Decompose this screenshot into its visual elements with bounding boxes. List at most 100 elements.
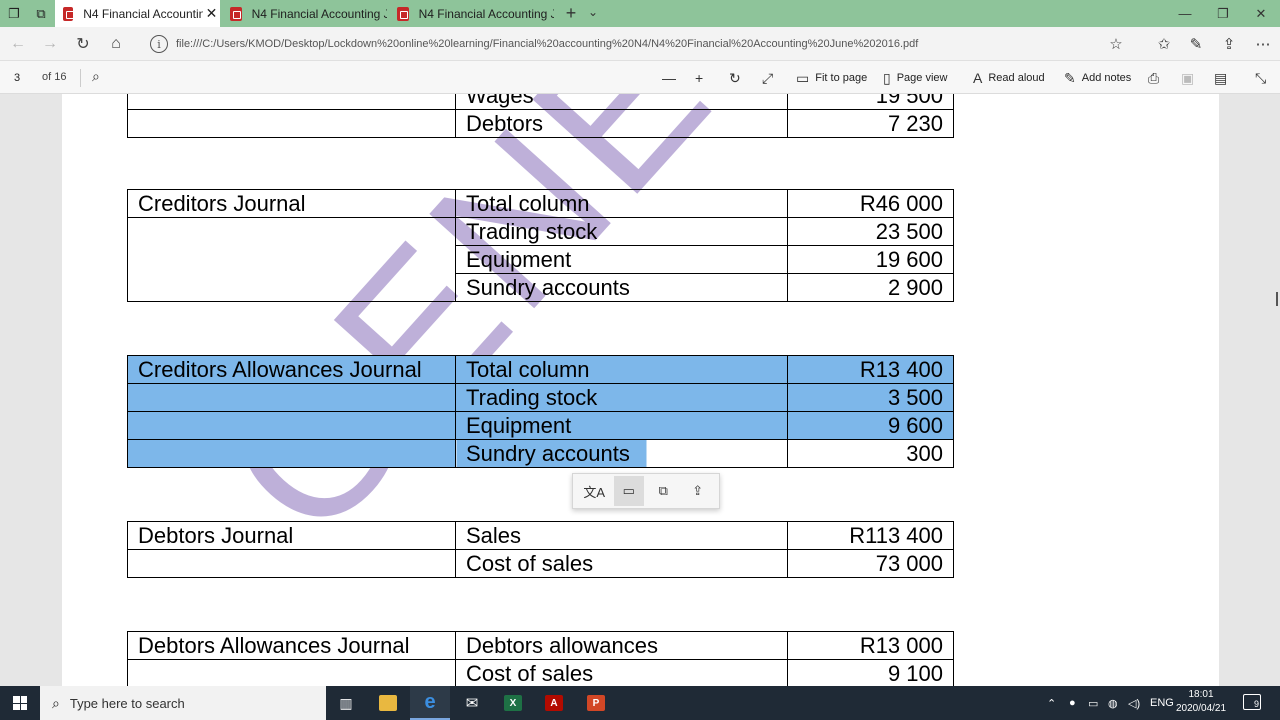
search-icon[interactable]: ⌕ [92, 68, 100, 85]
amount-cell: R46 000 [787, 189, 954, 218]
taskbar: ⌕ Type here to search ▥ e ✉ X A P ⌃ ● ▭ … [0, 686, 1280, 720]
powerpoint-icon[interactable]: P [576, 686, 616, 720]
url-field[interactable]: i file:///C:/Users/KMOD/Desktop/Lockdown… [146, 31, 1136, 57]
add-notes-button[interactable]: ✎ Add notes [1064, 67, 1131, 89]
creditors-allowances-journal-table: Creditors Allowances Journal Total colum… [127, 355, 954, 468]
maximize-icon[interactable]: ❐ [1204, 0, 1242, 27]
minimize-icon[interactable]: — [1166, 0, 1204, 27]
read-aloud-button[interactable]: A Read aloud [973, 67, 1045, 89]
page-view-label: Page view [896, 72, 948, 84]
page-view-icon: ▯ [883, 69, 891, 86]
task-view-icon[interactable]: ▥ [326, 686, 366, 720]
amount-cell: 23 500 [787, 217, 954, 246]
fullscreen-icon[interactable]: ⤢ [762, 67, 779, 89]
set-tabs-aside-icon[interactable]: ⧉ [27, 0, 55, 27]
print-icon[interactable]: ⎙ [1148, 67, 1165, 89]
tab-strip: ❐ ⧉ N4 Financial Accounting ✕ N4 Financi… [0, 0, 1280, 27]
account-cell: Wages [455, 94, 788, 110]
home-icon[interactable]: ⌂ [100, 27, 132, 61]
share-icon[interactable]: ⇪ [1218, 34, 1240, 54]
journal-cell: Debtors Allowances Journal [127, 631, 456, 660]
pen-icon[interactable]: ✎ [1185, 34, 1207, 54]
amount-cell: 2 900 [787, 273, 954, 302]
journal-cell: Creditors Journal [127, 189, 456, 218]
taskbar-search[interactable]: ⌕ Type here to search [40, 686, 326, 720]
tab-pdf-2[interactable]: N4 Financial Accounting Jur [222, 0, 387, 27]
page-number-input[interactable]: 3 [6, 68, 28, 88]
battery-icon[interactable]: ▭ [1088, 686, 1098, 720]
network-icon[interactable]: ◍ [1108, 686, 1118, 720]
account-cell: Trading stock [455, 217, 788, 246]
tab-pdf-3[interactable]: N4 Financial Accounting Jur [389, 0, 554, 27]
windows-icon [13, 696, 27, 710]
favorites-icon[interactable]: ✩ [1153, 34, 1175, 54]
account-cell: Total column [455, 355, 788, 384]
file-explorer-icon[interactable] [368, 686, 408, 720]
clock[interactable]: 18:01 2020/04/21 [1176, 688, 1226, 716]
document-viewport[interactable]: GENEV Wages 19 500 Debtors 7 230 Credito… [0, 94, 1280, 686]
new-tab-icon[interactable]: + [560, 3, 582, 24]
add-comment-icon[interactable]: ▭ [613, 476, 644, 506]
save-icon[interactable]: ▣ [1181, 67, 1200, 89]
amount-cell: 9 100 [787, 659, 954, 686]
mail-icon[interactable]: ✉ [452, 686, 492, 720]
notifications-icon[interactable]: 9 [1243, 694, 1261, 710]
more-icon[interactable]: ⋯ [1252, 34, 1274, 54]
microphone-icon[interactable]: ● [1069, 686, 1076, 720]
excel-icon[interactable]: X [493, 686, 533, 720]
url-text: file:///C:/Users/KMOD/Desktop/Lockdown%2… [176, 38, 919, 50]
translate-icon[interactable]: 文A [579, 476, 609, 506]
close-tab-icon[interactable]: ✕ [203, 5, 220, 22]
start-button[interactable] [0, 686, 40, 720]
amount-cell: 300 [787, 439, 954, 468]
save-as-icon[interactable]: ▤ [1214, 67, 1233, 89]
table-row: Equipment 19 600 [127, 245, 954, 274]
info-icon[interactable]: i [150, 35, 168, 53]
amount-cell: R13 000 [787, 631, 954, 660]
fit-to-page-button[interactable]: ▭ Fit to page [796, 67, 867, 89]
pdf-icon [397, 6, 409, 21]
pdf-icon [63, 6, 75, 21]
scrollbar-thumb[interactable] [1276, 292, 1278, 306]
acrobat-icon[interactable]: A [534, 686, 574, 720]
table-row: Debtors 7 230 [127, 109, 954, 138]
tab-title: N4 Financial Accounting [83, 6, 203, 21]
account-cell: Sundry accounts [455, 273, 788, 302]
table-row: Sundry accounts 2 900 [127, 273, 954, 302]
account-cell: Equipment [455, 245, 788, 274]
table-row: Wages 19 500 [127, 94, 954, 110]
table-row: Cost of sales 73 000 [127, 549, 954, 578]
back-icon[interactable]: ← [2, 27, 34, 61]
close-window-icon[interactable]: ✕ [1242, 0, 1280, 27]
pdf-page: GENEV Wages 19 500 Debtors 7 230 Credito… [62, 94, 1219, 686]
forward-icon[interactable]: → [34, 27, 66, 61]
pin-toolbar-icon[interactable]: ⤡ [1255, 67, 1272, 89]
account-cell: Sundry accounts [455, 439, 788, 468]
zoom-out-icon[interactable]: — [662, 67, 682, 89]
show-hidden-icons[interactable]: ⌃ [1047, 686, 1056, 720]
edge-icon[interactable]: e [410, 686, 450, 720]
rotate-icon[interactable]: ↻ [729, 67, 747, 89]
account-cell: Debtors [455, 109, 788, 138]
amount-cell: R13 400 [787, 355, 954, 384]
search-icon: ⌕ [52, 694, 60, 711]
journal-cell [127, 659, 456, 686]
volume-icon[interactable]: ◁) [1128, 686, 1140, 720]
zoom-in-icon[interactable]: + [695, 67, 709, 89]
pdf-icon [230, 6, 242, 21]
tab-actions-icon[interactable]: ❐ [0, 0, 28, 27]
search-placeholder: Type here to search [69, 695, 185, 711]
language-indicator[interactable]: ENG [1150, 686, 1174, 720]
refresh-icon[interactable]: ↻ [67, 27, 99, 61]
account-cell: Cost of sales [455, 549, 788, 578]
amount-cell: 19 500 [787, 94, 954, 110]
add-notes-label: Add notes [1081, 72, 1132, 84]
tab-pdf-1[interactable]: N4 Financial Accounting ✕ [55, 0, 220, 27]
favorite-star-icon[interactable]: ☆ [1105, 34, 1127, 54]
page-view-button[interactable]: ▯ Page view [883, 67, 947, 89]
copy-icon[interactable]: ⧉ [648, 476, 678, 506]
chevron-down-icon[interactable]: ⌄ [588, 5, 598, 19]
table-row: Debtors Journal Sales R113 400 [127, 521, 954, 550]
share-icon[interactable]: ⇪ [683, 476, 713, 506]
account-cell: Debtors allowances [455, 631, 788, 660]
